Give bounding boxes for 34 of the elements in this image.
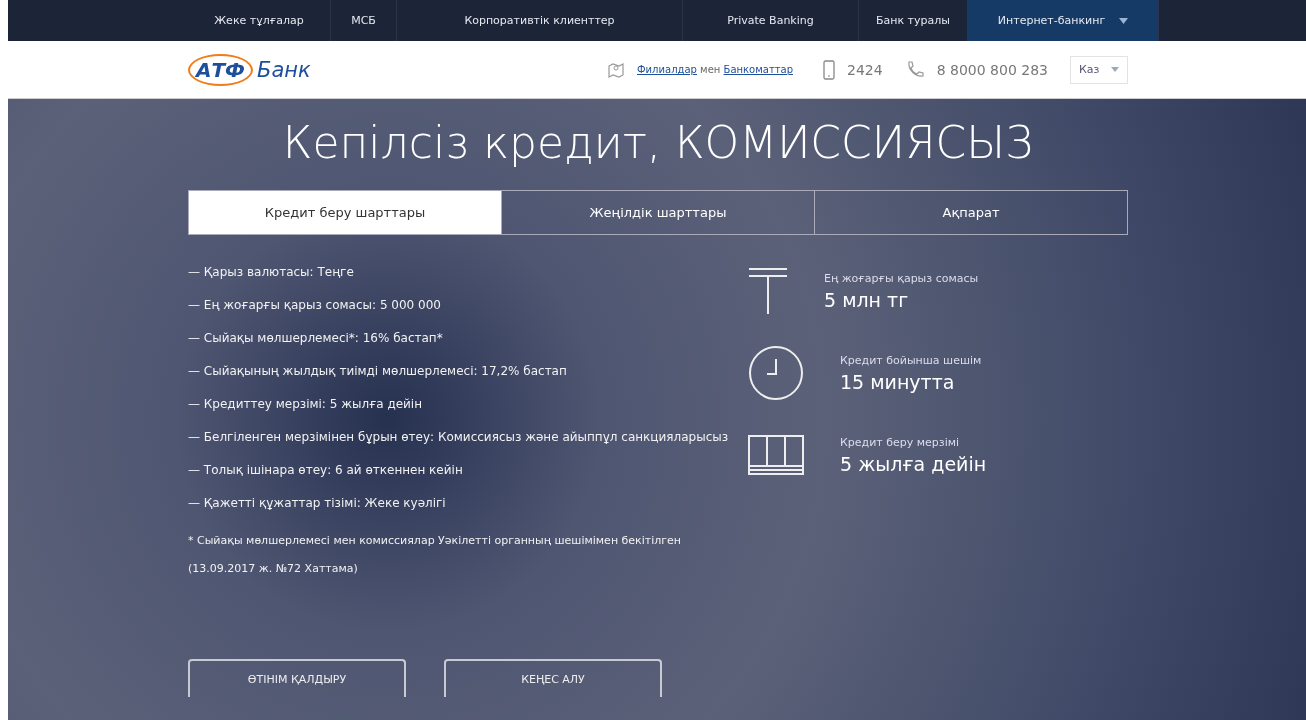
language-select[interactable]: Каз [1070,55,1128,84]
tenge-icon [748,267,788,315]
tab[interactable]: Жеңілдік шарттары [502,191,815,234]
nav-link[interactable]: Интернет-банкинг [968,0,1159,41]
tab[interactable]: Кредит беру шарттары [189,191,502,234]
outline-button[interactable]: ӨТІНІМ ҚАЛДЫРУ [188,659,406,697]
condition-text: — Белгіленген мерзімінен бұрын өтеу: Комиссиясыз және айыппұл санкцияларысыз [188,429,730,446]
condition-text: — Сыйақы мөлшерлемесі*: 16% бастап* [188,330,444,347]
book-icon [748,435,804,475]
condition-text: — Қарыз валютасы: Теңге [188,264,355,281]
atms-link[interactable]: Банкоматтар [723,64,793,75]
feature-label: Кредит беру мерзімі [840,435,961,449]
tab[interactable]: Ақпарат [815,191,1127,234]
feature-value: 5 млн тг [824,288,910,311]
link-separator-text: мен [700,64,721,75]
condition-text: — Қажетті құжаттар тізімі: Жеке куәлігі [188,495,447,512]
outline-button[interactable]: КЕҢЕС АЛУ [444,659,662,697]
feature-label: Кредит бойынша шешім [840,353,982,367]
mobile-phone-icon [823,59,835,80]
condition-text: — Ең жоғарғы қарыз сомасы: 5 000 000 [188,297,442,314]
condition-text: — Толық ішінара өтеу: 6 ай өткеннен кейін [188,462,464,479]
condition-text: — Кредиттеу мерзімі: 5 жылға дейін [188,396,424,413]
map-icon [607,60,625,79]
hero-title: Кепілсіз кредит, КОМИССИЯСЫЗ [281,117,1035,168]
short-phone-number: 2424 [847,61,883,78]
feature-value: 5 жылға дейін [840,452,987,475]
branches-link[interactable]: Филиалдар [637,64,697,75]
footnote-text: * Сыйақы мөлшерлемесі мен комиссиялар Уәкілетті органның шешімімен бекітілген (13.09.2017 ж. №72 Хаттама) [188,533,683,577]
phone-number: 8 8000 800 283 [936,61,1048,78]
caret-icon [1111,67,1119,72]
condition-text: — Сыйақының жылдық тиімді мөлшерлемесі: 17,2% бастап [188,363,568,380]
feature-label: Ең жоғарғы қарыз сомасы [824,271,979,285]
clock-icon [748,345,804,401]
feature-value: 15 минутта [840,370,956,393]
